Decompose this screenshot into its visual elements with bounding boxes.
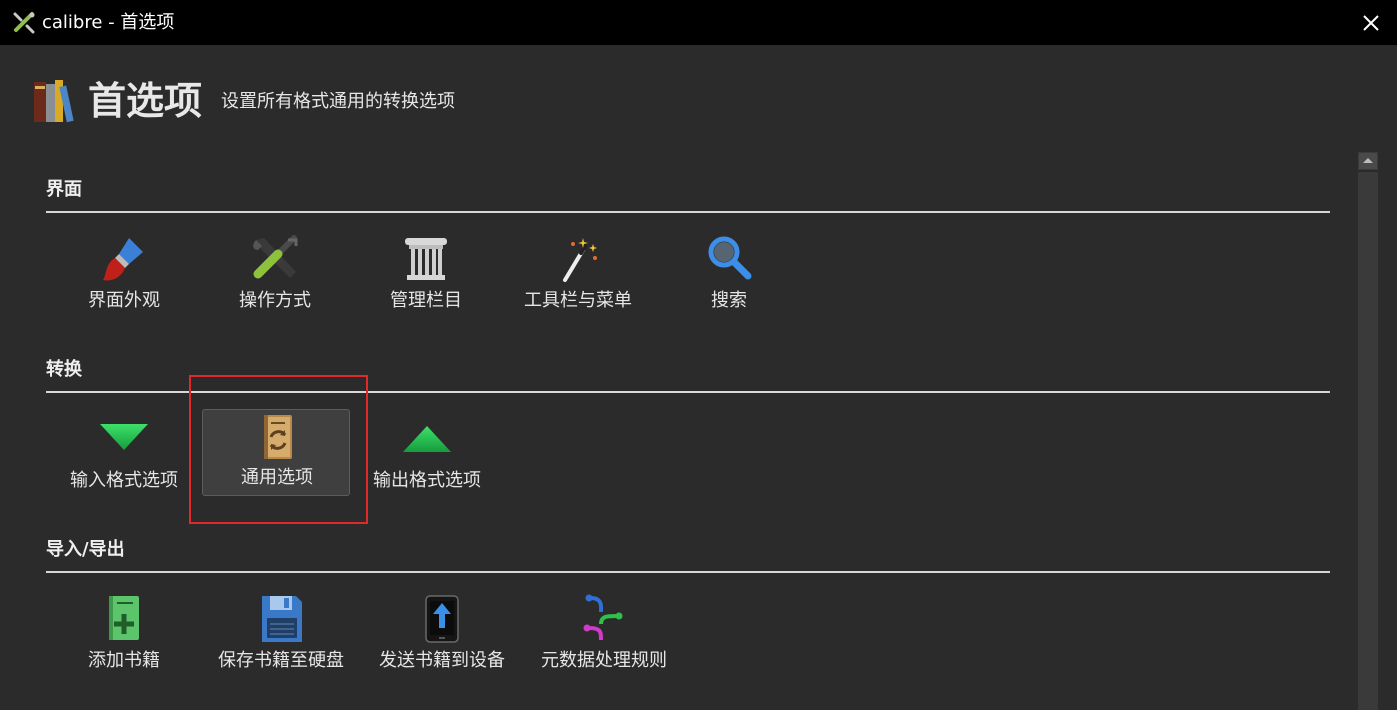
calibre-app-icon [13, 12, 35, 34]
scroll-up-arrow-icon [1363, 158, 1373, 163]
magic-wand-icon [563, 238, 597, 282]
page-subtitle: 设置所有格式通用的转换选项 [221, 91, 455, 112]
pref-item-columns[interactable]: 管理栏目 [351, 226, 501, 322]
metadata-rules-icon [583, 594, 623, 641]
section-divider [46, 211, 1330, 213]
pref-item-sending-books[interactable]: 发送书籍到设备 [367, 586, 517, 682]
search-icon [708, 236, 752, 280]
tools-icon [253, 235, 298, 279]
pref-item-look-and-feel[interactable]: 界面外观 [49, 226, 199, 322]
pref-item-label: 元数据处理规则 [541, 650, 667, 671]
paintbrush-icon [103, 238, 143, 281]
pref-item-metadata-rules[interactable]: 元数据处理规则 [529, 586, 679, 682]
send-device-icon [425, 595, 459, 643]
pref-item-search[interactable]: 搜索 [654, 226, 804, 322]
pref-item-input-options[interactable]: 输入格式选项 [49, 406, 199, 502]
pref-item-label: 搜索 [711, 290, 747, 311]
pref-item-behavior[interactable]: 操作方式 [200, 226, 350, 322]
section-title-import-export: 导入/导出 [46, 539, 125, 560]
scroll-up-button[interactable] [1358, 152, 1378, 170]
save-disk-icon [262, 596, 302, 642]
window-title: calibre - 首选项 [42, 12, 175, 33]
arrow-down-icon [100, 424, 148, 450]
column-icon [405, 238, 447, 280]
section-divider [46, 571, 1330, 573]
vertical-scrollbar[interactable] [1356, 150, 1380, 710]
pref-item-output-options[interactable]: 输出格式选项 [352, 406, 502, 502]
section-title-conversion: 转换 [46, 359, 82, 380]
pref-item-toolbars[interactable]: 工具栏与菜单 [503, 226, 653, 322]
section-title-interface: 界面 [46, 179, 82, 200]
arrow-up-icon [403, 426, 451, 452]
add-book-icon [109, 596, 139, 640]
scrollbar-thumb[interactable] [1358, 172, 1378, 710]
highlight-annotation-box [189, 375, 368, 524]
calibre-logo-icon [34, 80, 74, 123]
page-title: 首选项 [88, 79, 203, 123]
pref-item-label: 输出格式选项 [373, 470, 481, 491]
pref-item-saving-books[interactable]: 保存书籍至硬盘 [206, 586, 356, 682]
pref-item-adding-books[interactable]: 添加书籍 [49, 586, 199, 682]
close-icon[interactable] [1356, 8, 1386, 38]
window-titlebar: calibre - 首选项 [0, 0, 1397, 45]
